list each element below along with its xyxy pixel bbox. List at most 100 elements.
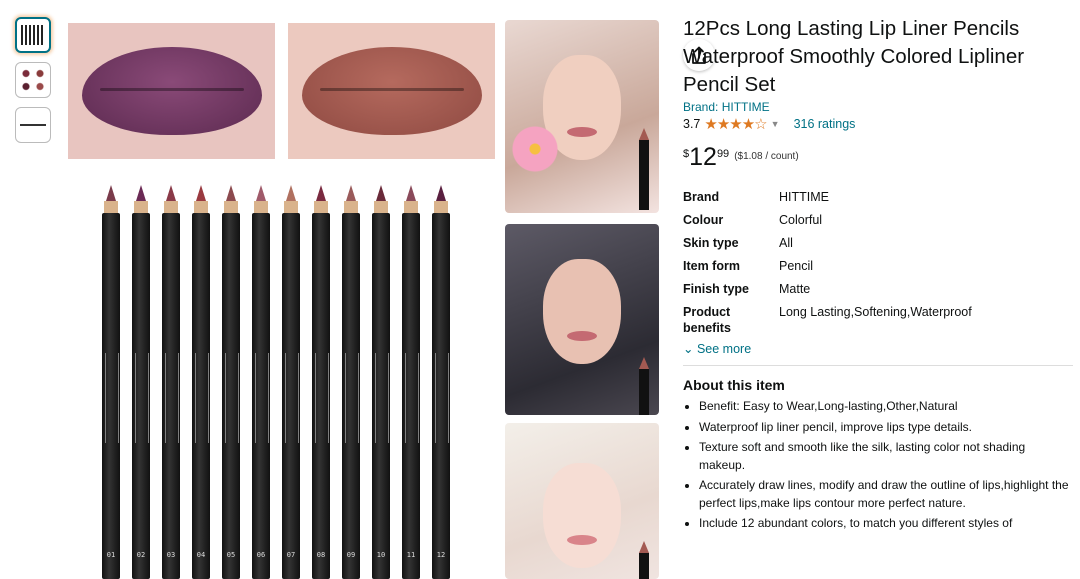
pencil-wood: [224, 201, 238, 213]
lip-pencil: 08: [310, 185, 332, 579]
spec-key: Product benefits: [683, 305, 731, 335]
spec-key: Item form: [683, 259, 740, 273]
product-specs-table: Brand HITTIME Colour Colorful Skin type All…: [683, 189, 972, 343]
pencil-body: 01: [102, 213, 120, 579]
about-bullet: Texture soft and smooth like the silk, l…: [699, 439, 1073, 474]
pencil-shade-code: 05: [226, 551, 236, 559]
pencil-wood: [374, 201, 388, 213]
model-face: [543, 259, 621, 364]
lips-nude: [301, 47, 482, 135]
lip-pencil: 12: [430, 185, 452, 579]
pencil-body: 08: [312, 213, 330, 579]
spec-key: Skin type: [683, 236, 739, 250]
star-rating-icon[interactable]: ★★★★☆: [704, 115, 767, 133]
lip-pencil-image: [639, 357, 649, 415]
lip-pencil-image: [639, 128, 649, 210]
ratings-count-link[interactable]: 316 ratings: [794, 117, 856, 131]
rating-row: 3.7 ★★★★☆ ▼ 316 ratings: [683, 115, 1073, 133]
pencil-wood: [284, 201, 298, 213]
pencil-body: 12: [432, 213, 450, 579]
pencil-tip: [166, 185, 176, 201]
spec-value: Matte: [779, 282, 811, 296]
lip-pencil: 10: [370, 185, 392, 579]
lips-plum: [81, 47, 262, 135]
see-more-label: See more: [696, 342, 752, 356]
pencil-brand-mark: [405, 353, 419, 443]
pencil-body: 09: [342, 213, 360, 579]
model-lips: [567, 535, 597, 545]
pencil-shade-code: 01: [106, 551, 116, 559]
pencil-body: 02: [132, 213, 150, 579]
main-product-image[interactable]: 01 02 03 04 05 06 07 08 09 10 11 12: [60, 15, 715, 579]
lip-pencil: 11: [400, 185, 422, 579]
pencil-tip: [256, 185, 266, 201]
chevron-down-icon: ⌄: [683, 342, 694, 356]
pencil-shade-code: 12: [436, 551, 446, 559]
pencil-body: 11: [402, 213, 420, 579]
lip-swatch-nude: [288, 23, 495, 159]
spec-value: Long Lasting,Softening,Waterproof: [779, 305, 972, 319]
pencil-tip: [376, 185, 386, 201]
pencil-tip: [136, 185, 146, 201]
brand-link[interactable]: Brand: HITTIME: [683, 100, 1073, 114]
spec-row: Colour Colorful: [683, 212, 972, 235]
flower-icon: [511, 125, 559, 173]
pencil-wood: [254, 201, 268, 213]
about-bullet: Accurately draw lines, modify and draw t…: [699, 477, 1073, 512]
pencil-brand-mark: [255, 353, 269, 443]
thumbnail-lip-swatches[interactable]: [15, 62, 51, 98]
pencil-tip: [346, 185, 356, 201]
thumbnail-pencils[interactable]: [15, 17, 51, 53]
model-face: [543, 463, 621, 568]
pencil-body: 04: [192, 213, 210, 579]
pencil-shade-code: 09: [346, 551, 356, 559]
spec-key: Brand: [683, 190, 720, 204]
about-bullet: Include 12 abundant colors, to match you…: [699, 515, 1073, 533]
pencils-thumb-image: [21, 25, 45, 45]
pencil-brand-mark: [165, 353, 179, 443]
model-lips: [567, 331, 597, 341]
pencil-brand-mark: [345, 353, 359, 443]
lip-pencil: 05: [220, 185, 242, 579]
pencil-brand-mark: [225, 353, 239, 443]
lip-pencil: 03: [160, 185, 182, 579]
thumbnail-line[interactable]: [15, 107, 51, 143]
lip-pencil: 06: [250, 185, 272, 579]
pencil-wood: [134, 201, 148, 213]
pencil-shade-code: 07: [286, 551, 296, 559]
rating-value: 3.7: [683, 117, 701, 131]
spec-value: Pencil: [779, 259, 814, 273]
pencil-tip: [226, 185, 236, 201]
pencil-body: 05: [222, 213, 240, 579]
pencil-brand-mark: [435, 353, 449, 443]
model-lips: [567, 127, 597, 137]
model-photo-3: [505, 423, 659, 579]
pencil-tip: [286, 185, 296, 201]
lip-pencil: 02: [130, 185, 152, 579]
pencil-wood: [404, 201, 418, 213]
spec-row: Item form Pencil: [683, 258, 972, 281]
pencil-tip: [316, 185, 326, 201]
lip-pencil: 07: [280, 185, 302, 579]
model-photo-2: [505, 224, 659, 415]
pencil-wood: [314, 201, 328, 213]
lip-pencil: 01: [100, 185, 122, 579]
pencil-tip: [436, 185, 446, 201]
pencil-brand-mark: [315, 353, 329, 443]
chevron-down-icon[interactable]: ▼: [771, 119, 780, 129]
lip-pencil-image: [639, 541, 649, 579]
pencil-shade-code: 10: [376, 551, 386, 559]
pencil-shade-code: 04: [196, 551, 206, 559]
spec-row: Skin type All: [683, 235, 972, 258]
pencil-shade-code: 02: [136, 551, 146, 559]
pencil-brand-mark: [375, 353, 389, 443]
pencil-shade-code: 08: [316, 551, 326, 559]
pencil-shade-code: 06: [256, 551, 266, 559]
price-whole: 12: [689, 143, 717, 171]
pencil-set-image: 01 02 03 04 05 06 07 08 09 10 11 12: [100, 185, 470, 579]
spec-value: HITTIME: [779, 190, 829, 204]
pencil-shade-code: 03: [166, 551, 176, 559]
price-fraction: 99: [716, 148, 730, 160]
see-more-link[interactable]: ⌄ See more: [683, 341, 1073, 366]
pencil-tip: [196, 185, 206, 201]
